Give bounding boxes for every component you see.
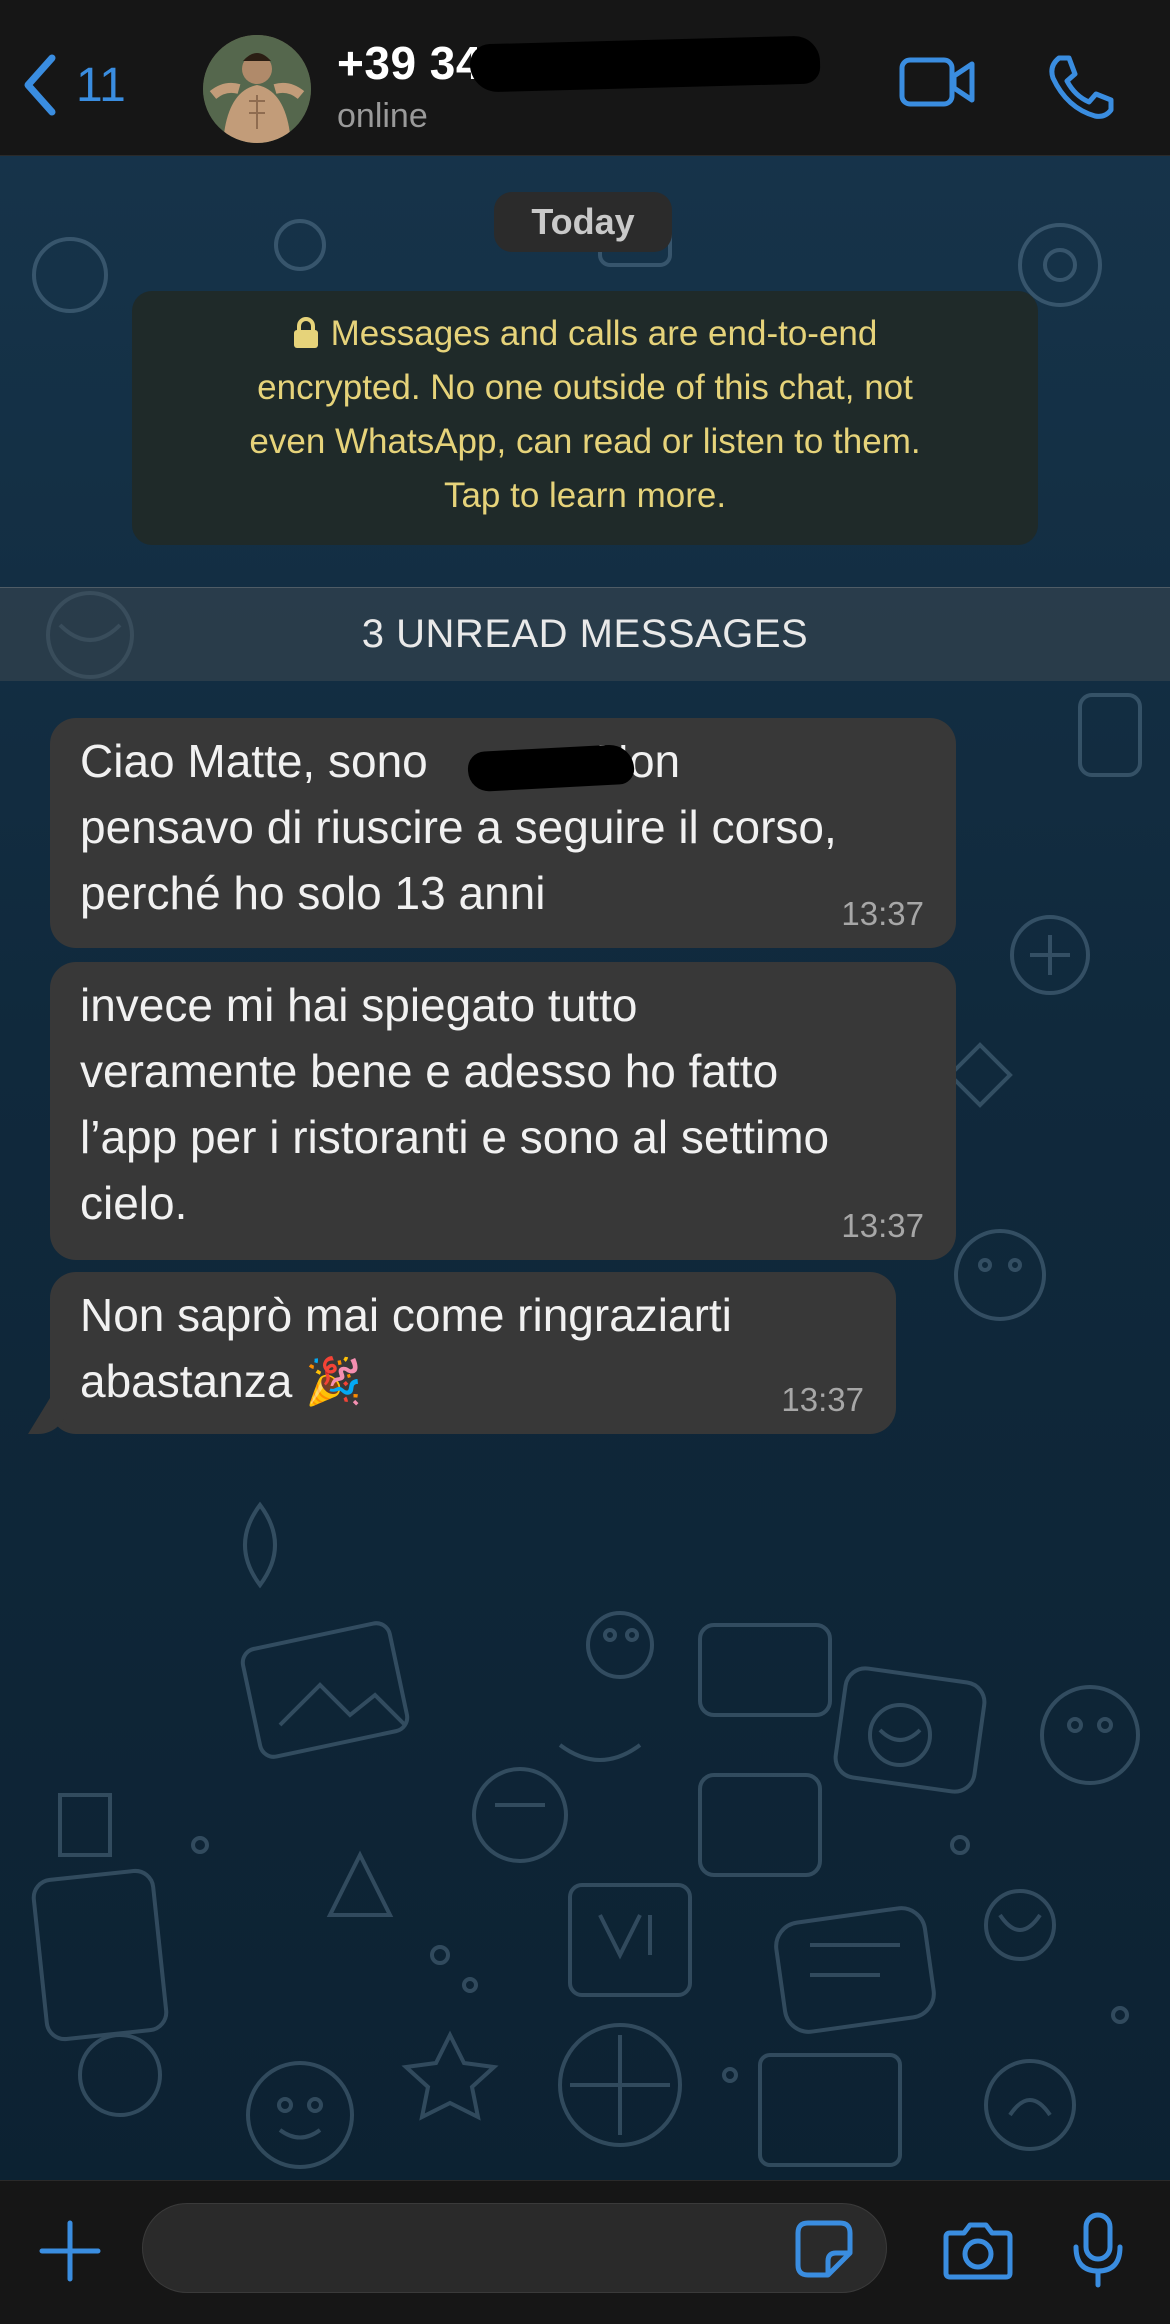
message-text-start: Ciao Matte, sono — [80, 735, 428, 787]
contact-name[interactable]: +39 34 — [337, 36, 482, 90]
encryption-notice-text: Messages and calls are end-to-end encryp… — [249, 314, 921, 515]
message-time: 13:37 — [841, 895, 924, 932]
unread-messages-divider: 3 UNREAD MESSAGES — [0, 587, 1170, 681]
camera-icon[interactable] — [942, 2219, 1014, 2281]
back-chevron-icon — [24, 54, 56, 116]
microphone-icon[interactable] — [1070, 2211, 1126, 2289]
back-button[interactable]: 11 — [22, 50, 126, 120]
chat-screen: 11 +39 34 online Today Messages and call… — [0, 0, 1170, 2324]
plus-icon[interactable] — [38, 2219, 102, 2283]
message-bubble[interactable]: Ciao Matte, sono Non pensavo di riuscire … — [50, 718, 956, 948]
unread-chats-count: 11 — [76, 58, 126, 112]
chat-header: 11 +39 34 online — [0, 0, 1170, 156]
date-separator: Today — [494, 192, 672, 252]
message-time: 13:37 — [781, 1381, 864, 1418]
encryption-notice[interactable]: Messages and calls are end-to-end encryp… — [132, 291, 1038, 545]
avatar-photo — [203, 35, 311, 143]
avatar[interactable] — [203, 35, 311, 143]
message-time: 13:37 — [841, 1207, 924, 1244]
message-text: invece mi hai spiegato tutto veramente b… — [80, 979, 830, 1229]
message-text: Non saprò mai come ringraziarti abastanz… — [80, 1289, 732, 1407]
phone-call-icon[interactable] — [1045, 54, 1115, 120]
redaction-mark — [469, 35, 821, 93]
lock-icon — [293, 317, 318, 348]
message-input[interactable] — [142, 2203, 887, 2293]
sticker-icon[interactable] — [794, 2219, 854, 2279]
contact-status: online — [337, 97, 428, 135]
message-composer — [0, 2180, 1170, 2324]
message-bubble[interactable]: invece mi hai spiegato tutto veramente b… — [50, 962, 956, 1260]
message-bubble[interactable]: Non saprò mai come ringraziarti abastanz… — [50, 1272, 896, 1434]
video-call-icon[interactable] — [898, 52, 978, 112]
